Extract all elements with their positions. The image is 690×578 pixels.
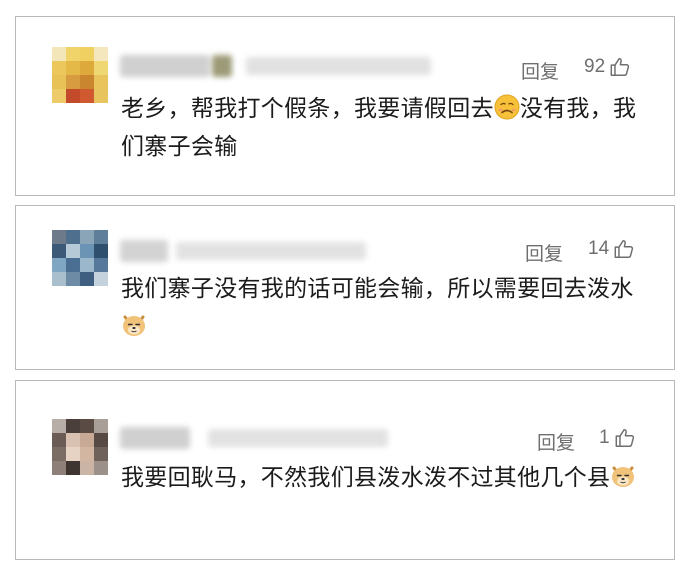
doge-emoji — [121, 312, 147, 338]
reply-button[interactable]: 回复 — [537, 428, 575, 455]
thumbs-up-icon — [609, 56, 631, 78]
comment-meta — [176, 242, 366, 260]
thumbs-up-icon — [614, 427, 636, 449]
like-count: 1 — [599, 427, 610, 448]
comment-text: 我要回耿马，不然我们县泼水泼不过其他几个县 — [121, 459, 641, 497]
like-count: 14 — [588, 238, 610, 259]
comment-card: 回复 1 我要回耿马，不然我们县泼水泼不过其他几个县 — [15, 380, 675, 560]
worried-face-emoji — [494, 94, 520, 120]
username[interactable] — [120, 427, 190, 449]
comment-meta — [208, 429, 388, 447]
avatar[interactable] — [52, 47, 108, 103]
comment-card: 回复 92 老乡，帮我打个假条，我要请假回去 没有我，我们寨子会输 — [15, 16, 675, 196]
username[interactable] — [120, 55, 210, 77]
like-button[interactable]: 14 — [588, 238, 635, 260]
avatar[interactable] — [52, 419, 108, 475]
username[interactable] — [120, 240, 168, 262]
avatar[interactable] — [52, 230, 108, 286]
comment-text: 我们寨子没有我的话可能会输，所以需要回去泼水 — [121, 270, 641, 346]
like-count: 92 — [584, 56, 606, 77]
user-badge — [212, 55, 232, 77]
thumbs-up-icon — [613, 238, 635, 260]
reply-button[interactable]: 回复 — [525, 239, 563, 266]
comment-text-part: 我们寨子没有我的话可能会输，所以需要回去泼水 — [121, 276, 634, 302]
like-button[interactable]: 92 — [584, 56, 631, 78]
comment-card: 回复 14 我们寨子没有我的话可能会输，所以需要回去泼水 — [15, 205, 675, 370]
comment-text: 老乡，帮我打个假条，我要请假回去 没有我，我们寨子会输 — [121, 90, 641, 166]
reply-button[interactable]: 回复 — [521, 57, 559, 84]
comment-text-part: 我要回耿马，不然我们县泼水泼不过其他几个县 — [121, 465, 611, 491]
comment-text-part: 老乡，帮我打个假条，我要请假回去 — [121, 96, 494, 122]
comment-meta — [246, 57, 431, 75]
like-button[interactable]: 1 — [599, 427, 636, 449]
doge-emoji — [610, 463, 636, 489]
